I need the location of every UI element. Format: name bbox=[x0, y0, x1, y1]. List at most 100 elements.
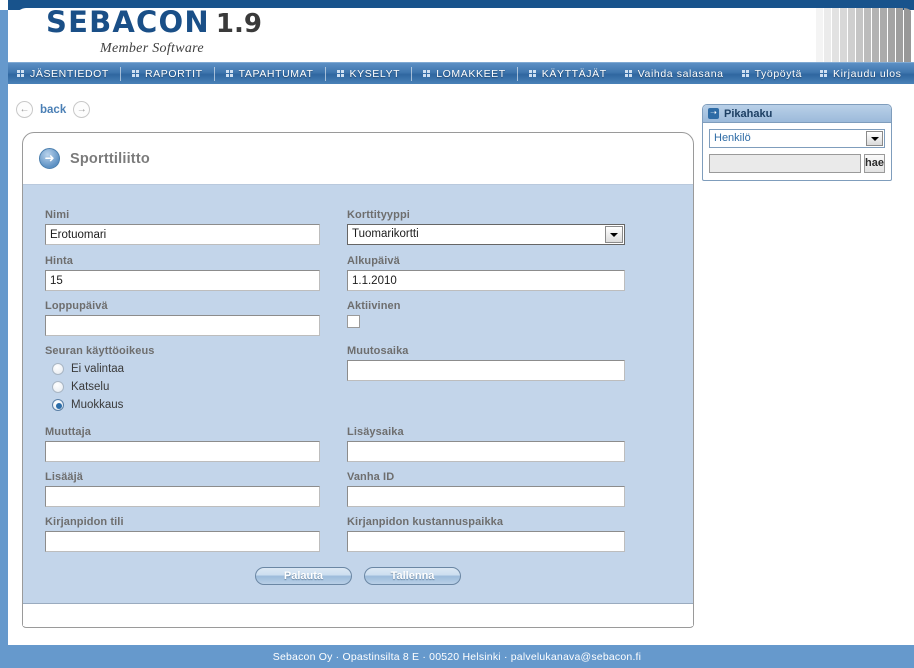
nav-item-label: Työpöytä bbox=[754, 67, 803, 80]
korttityyppi-select[interactable]: Tuomarikortti bbox=[347, 224, 625, 245]
aktiivinen-checkbox[interactable] bbox=[347, 315, 360, 328]
hinta-input[interactable] bbox=[45, 270, 320, 291]
field-vanha-id: Vanha ID bbox=[347, 471, 625, 507]
field-seuran-kayttooikeus: Seuran käyttöoikeus Ei valintaa Katselu Mu… bbox=[45, 345, 320, 413]
alkupaiva-input[interactable] bbox=[347, 270, 625, 291]
quick-search-panel: ➝ Pikahaku Henkilö hae bbox=[702, 104, 892, 181]
lisaysaika-input[interactable] bbox=[347, 441, 625, 462]
save-button[interactable]: Tallenna bbox=[364, 567, 461, 585]
nav-separator bbox=[516, 66, 518, 81]
radio-icon[interactable] bbox=[52, 380, 64, 393]
field-nimi: Nimi bbox=[45, 209, 320, 245]
nav-primary-group: JÄSENTIEDOT RAPORTIT TAPAHTUMAT KYSELYT LOMA… bbox=[8, 63, 616, 85]
korttityyppi-select-wrap[interactable]: Tuomarikortti bbox=[347, 224, 625, 245]
field-label-alkupaiva: Alkupäivä bbox=[347, 255, 400, 267]
radio-option-katselu[interactable]: Katselu bbox=[45, 378, 320, 395]
radio-option-label: Katselu bbox=[71, 380, 110, 393]
content-area: ← back → ➜ Sporttiliitto Nimi Korttityyp… bbox=[8, 84, 914, 645]
chevron-down-icon[interactable] bbox=[866, 131, 883, 146]
muutosaika-input[interactable] bbox=[347, 360, 625, 381]
nimi-input[interactable] bbox=[45, 224, 320, 245]
brand-name: SEBACON bbox=[46, 5, 210, 39]
arrow-left-icon[interactable]: ← bbox=[16, 101, 33, 118]
brand-tagline: Member Software bbox=[100, 41, 204, 56]
back-link-label[interactable]: back bbox=[40, 104, 66, 116]
arrow-right-box-icon: ➝ bbox=[708, 108, 719, 119]
field-label-muutosaika: Muutosaika bbox=[347, 345, 409, 357]
form-grid: Nimi Korttityyppi Tuomarikortti Hinta bbox=[23, 185, 693, 603]
nav-bullet-icon bbox=[336, 70, 344, 77]
header-stripe bbox=[848, 8, 855, 62]
field-label-seuran-kayttooikeus: Seuran käyttöoikeus bbox=[45, 345, 155, 357]
field-label-nimi: Nimi bbox=[45, 209, 70, 221]
nav-separator bbox=[119, 66, 121, 81]
field-lisaysaika: Lisäysaika bbox=[347, 426, 625, 462]
header-stripe bbox=[856, 8, 863, 62]
nav-bullet-icon bbox=[131, 70, 139, 77]
quick-search-title: Pikahaku bbox=[724, 107, 773, 120]
nav-item-label: RAPORTIT bbox=[144, 67, 203, 80]
nav-item-tapahtumat[interactable]: TAPAHTUMAT bbox=[217, 63, 323, 85]
nav-item-raportit[interactable]: RAPORTIT bbox=[123, 63, 212, 85]
field-label-aktiivinen: Aktiivinen bbox=[347, 300, 401, 312]
lisaaja-input[interactable] bbox=[45, 486, 320, 507]
field-kirjanpidon-tili: Kirjanpidon tili bbox=[45, 516, 320, 552]
header-stripe bbox=[872, 8, 879, 62]
nav-item-k-ytt-j-t[interactable]: KÄYTTÄJÄT bbox=[520, 63, 616, 85]
form-panel: Nimi Korttityyppi Tuomarikortti Hinta bbox=[23, 185, 693, 604]
brand-version: 1.9 bbox=[215, 9, 262, 39]
field-label-hinta: Hinta bbox=[45, 255, 73, 267]
quick-search-type-wrap[interactable]: Henkilö bbox=[709, 129, 885, 148]
radio-icon[interactable] bbox=[52, 398, 64, 411]
field-korttityyppi: Korttityyppi Tuomarikortti bbox=[347, 209, 625, 245]
header-stripe-decoration bbox=[816, 8, 914, 62]
app-window: SEBACON 1.9 Member Software JÄSENTIEDOT RA… bbox=[0, 0, 914, 668]
nav-bullet-icon bbox=[528, 70, 536, 77]
field-label-muuttaja: Muuttaja bbox=[45, 426, 92, 438]
chevron-down-icon[interactable] bbox=[605, 226, 623, 243]
nav-separator bbox=[213, 66, 215, 81]
arrow-right-circle-icon: ➜ bbox=[39, 148, 60, 169]
quick-search-body: Henkilö hae bbox=[703, 123, 891, 180]
page-title: Sporttiliitto bbox=[70, 150, 150, 167]
header-stripe bbox=[832, 8, 839, 62]
reset-button[interactable]: Palauta bbox=[255, 567, 352, 585]
quick-search-type-select[interactable]: Henkilö bbox=[709, 129, 885, 148]
quick-search-row: hae bbox=[709, 154, 885, 173]
radio-option-label: Muokkaus bbox=[71, 398, 124, 411]
header-stripe bbox=[824, 8, 831, 62]
kirjanpidon-tili-input[interactable] bbox=[45, 531, 320, 552]
field-muutosaika: Muutosaika bbox=[347, 345, 625, 381]
nav-item-kirjaudu-ulos[interactable]: Kirjaudu ulos bbox=[811, 63, 911, 85]
nav-item-kyselyt[interactable]: KYSELYT bbox=[328, 63, 410, 85]
header-stripe bbox=[840, 8, 847, 62]
seuran-kayttooikeus-radio-group: Ei valintaa Katselu Muokkaus bbox=[45, 360, 320, 413]
radio-option-muokkaus[interactable]: Muokkaus bbox=[45, 396, 320, 413]
nav-item-j-sentiedot[interactable]: JÄSENTIEDOT bbox=[8, 63, 118, 85]
field-label-korttityyppi: Korttityyppi bbox=[347, 209, 410, 221]
nav-item-label: KÄYTTÄJÄT bbox=[541, 67, 607, 80]
loppupaiva-input[interactable] bbox=[45, 315, 320, 336]
nav-item-ty-p-yt[interactable]: Työpöytä bbox=[733, 63, 811, 85]
footer-text: Sebacon Oy · Opastinsilta 8 E · 00520 He… bbox=[272, 650, 642, 663]
kirjanpidon-kustannuspaikka-input[interactable] bbox=[347, 531, 625, 552]
nav-secondary-group: Vaihda salasana Työpöytä Kirjaudu ulos bbox=[616, 63, 914, 85]
muuttaja-input[interactable] bbox=[45, 441, 320, 462]
field-label-loppupaiva: Loppupäivä bbox=[45, 300, 108, 312]
field-muuttaja: Muuttaja bbox=[45, 426, 320, 462]
nav-item-label: Kirjaudu ulos bbox=[833, 67, 902, 80]
arrow-right-icon[interactable]: → bbox=[73, 101, 91, 118]
nav-item-lomakkeet[interactable]: LOMAKKEET bbox=[414, 63, 515, 85]
quick-search-button[interactable]: hae bbox=[864, 154, 885, 173]
radio-icon[interactable] bbox=[52, 362, 64, 375]
record-card: ➜ Sporttiliitto Nimi Korttityyppi Tuomar… bbox=[22, 132, 694, 628]
header-stripe bbox=[888, 8, 895, 62]
quick-search-input[interactable] bbox=[709, 154, 861, 173]
nav-item-vaihda-salasana[interactable]: Vaihda salasana bbox=[616, 63, 733, 85]
radio-option-ei-valintaa[interactable]: Ei valintaa bbox=[45, 360, 320, 377]
vanha-id-input[interactable] bbox=[347, 486, 625, 507]
nav-bullet-icon bbox=[225, 70, 233, 77]
header-stripe bbox=[896, 8, 903, 62]
nav-item-label: TAPAHTUMAT bbox=[238, 67, 314, 80]
field-label-lisaaja: Lisääjä bbox=[45, 471, 84, 483]
